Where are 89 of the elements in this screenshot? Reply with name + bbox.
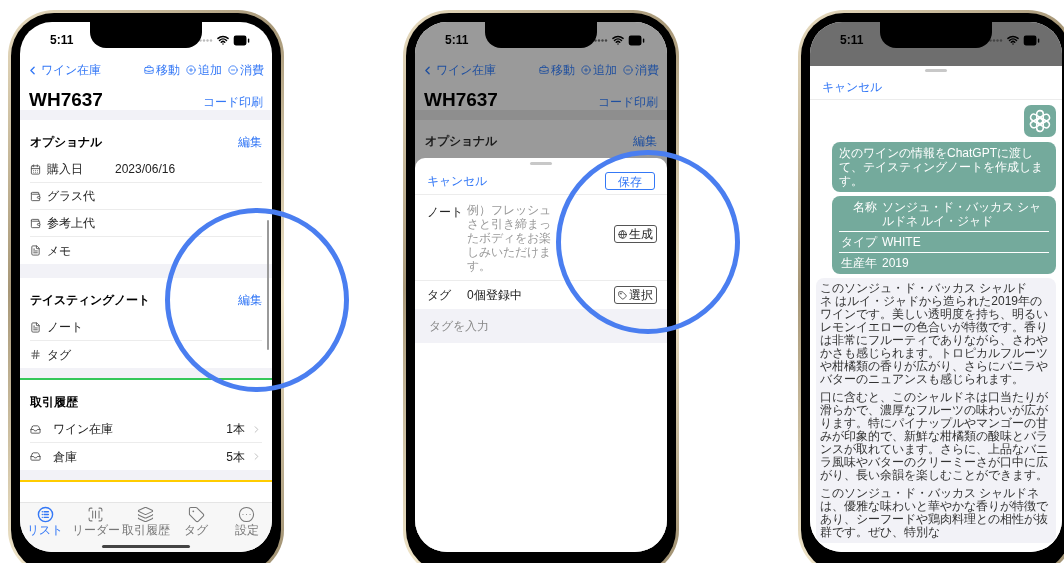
row-value: 5本: [226, 448, 245, 466]
tray-icon: [30, 423, 41, 435]
tab-item[interactable]: タグ: [171, 506, 222, 537]
note-field[interactable]: 例）フレッシュさと引き締まったボディをお楽しみいただけます。: [467, 203, 553, 275]
sheet-handle: [925, 68, 947, 72]
toolbar-action[interactable]: 移動: [144, 61, 180, 79]
briefcase-icon: [144, 65, 154, 75]
wifi-icon: [612, 34, 624, 46]
wallet-icon: [30, 190, 41, 202]
response-paragraph: 口に含むと、このシャルドネは口当たりが滑らかで、濃厚なフルーツの味わいが広がります。特にパイナップルやマンゴーの甘みが印象的で、新鮮な柑橘類の酸味とバランスが取れています。さらに、上品なバニラ風味やバターのクリーミーさが口中に広がり、長い余韻を楽しむことができます。: [820, 391, 1049, 482]
row-label: 倉庫: [53, 448, 78, 466]
info-value: ソンジュ・ド・バッカス シャルドネ ルイ・ジャド: [882, 200, 1043, 228]
back-button[interactable]: ワイン在庫: [26, 61, 101, 79]
status-time: 5:11: [840, 32, 864, 49]
tag-icon: [618, 290, 627, 300]
list-icon: [36, 506, 54, 523]
row-label: 購入日: [47, 161, 84, 178]
info-label: 生産年: [840, 256, 877, 270]
response-paragraph: このソンジュ・ド・バッカス シャルドネは、優雅な味わいと華やかな香りが特徴であり、シーフードや鶏肉料理との相性が抜群です。ぜひ、特別な: [820, 487, 1049, 539]
select-button[interactable]: 選択: [614, 286, 657, 304]
info-label: 名称: [852, 200, 877, 216]
section-title: オプショナル: [30, 134, 102, 151]
toolbar-action[interactable]: 消費: [228, 61, 264, 79]
plus-circle-icon: [581, 65, 591, 75]
minus-circle-icon: [228, 65, 238, 75]
calendar-icon: [30, 163, 41, 175]
item-title: WH7637: [29, 90, 103, 109]
row-label: グラス代: [47, 188, 96, 205]
wifi-icon: [217, 34, 229, 46]
intro-bubble: 次のワインの情報をChatGPTに渡して、テイスティングノートを作成します。: [832, 142, 1056, 192]
stack-icon: [137, 506, 155, 523]
wallet-icon: [30, 217, 41, 229]
info-value: 2019: [882, 256, 909, 270]
tab-item[interactable]: 設定: [221, 506, 272, 537]
plus-circle-icon: [186, 65, 196, 75]
tab-item[interactable]: リスト: [20, 506, 71, 537]
toolbar-action[interactable]: 追加: [581, 61, 617, 79]
item-title: WH7637: [424, 90, 498, 109]
edit-link[interactable]: 編集: [238, 291, 262, 309]
cancel-button[interactable]: キャンセル: [822, 77, 882, 96]
more-icon: [238, 506, 256, 523]
section-title: 取引履歴: [30, 394, 78, 411]
tray-icon: [30, 451, 41, 462]
edit-link[interactable]: 編集: [238, 133, 262, 151]
info-label: タイプ: [840, 235, 877, 249]
tag-icon: [187, 506, 205, 523]
print-code-link[interactable]: コード印刷: [203, 96, 263, 109]
row-label: メモ: [47, 242, 72, 260]
chevron-right-icon: [251, 451, 262, 462]
field-label: ノート: [427, 204, 464, 221]
sheet-handle: [530, 161, 552, 165]
row-value: 2023/06/16: [115, 161, 176, 178]
response-paragraph: このソンジュ・ド・バッカス シャルドネ はルイ・ジャドから造られた2019年のワインです。美しい透明度を持ち、明るいレモンイエローの色合いが特徴です。香りは非常にフルーティでありながら、さわやかさも感じられます。トロピカルフルーツや柑橘類の香りが広がり、さらにバニラやバターのニュアンスも感じられます。: [820, 282, 1049, 386]
generate-button[interactable]: 生成: [614, 225, 657, 243]
signal-dots-icon: [594, 38, 608, 42]
wifi-icon: [1007, 34, 1019, 46]
briefcase-icon: [539, 65, 549, 75]
tab-item[interactable]: 取引履歴: [120, 506, 171, 537]
signal-dots-icon: [989, 38, 1003, 42]
row-value: 1本: [226, 421, 245, 438]
toolbar-action[interactable]: 追加: [186, 61, 222, 79]
toolbar-action[interactable]: 消費: [623, 61, 659, 79]
barcode-icon: [87, 506, 105, 523]
minus-circle-icon: [623, 65, 633, 75]
globe-icon: [618, 229, 627, 239]
back-button[interactable]: ワイン在庫: [421, 61, 496, 79]
row-label: 参考上代: [47, 215, 96, 232]
tag-count: 0個登録中: [467, 287, 522, 304]
section-title: オプショナル: [425, 133, 497, 150]
status-time: 5:11: [50, 32, 74, 49]
toolbar-action[interactable]: 移動: [539, 61, 575, 79]
chevron-right-icon: [251, 423, 262, 435]
row-label: タグ: [47, 346, 72, 364]
cancel-button[interactable]: キャンセル: [427, 172, 487, 190]
field-label: タグ: [427, 287, 452, 304]
signal-dots-icon: [199, 38, 213, 42]
row-label: ワイン在庫: [53, 421, 114, 438]
document-icon: [30, 245, 41, 256]
document-icon: [30, 321, 41, 333]
status-time: 5:11: [445, 32, 469, 49]
tag-input-field[interactable]: タグを入力: [415, 309, 667, 343]
print-code-link[interactable]: コード印刷: [598, 96, 658, 109]
hash-icon: [30, 349, 41, 360]
row-label: ノート: [47, 319, 84, 336]
save-button[interactable]: 保存: [605, 172, 655, 190]
info-value: WHITE: [882, 235, 921, 249]
section-title: テイスティングノート: [30, 292, 150, 309]
edit-link[interactable]: 編集: [633, 132, 657, 150]
tab-item[interactable]: リーダー: [70, 506, 121, 537]
